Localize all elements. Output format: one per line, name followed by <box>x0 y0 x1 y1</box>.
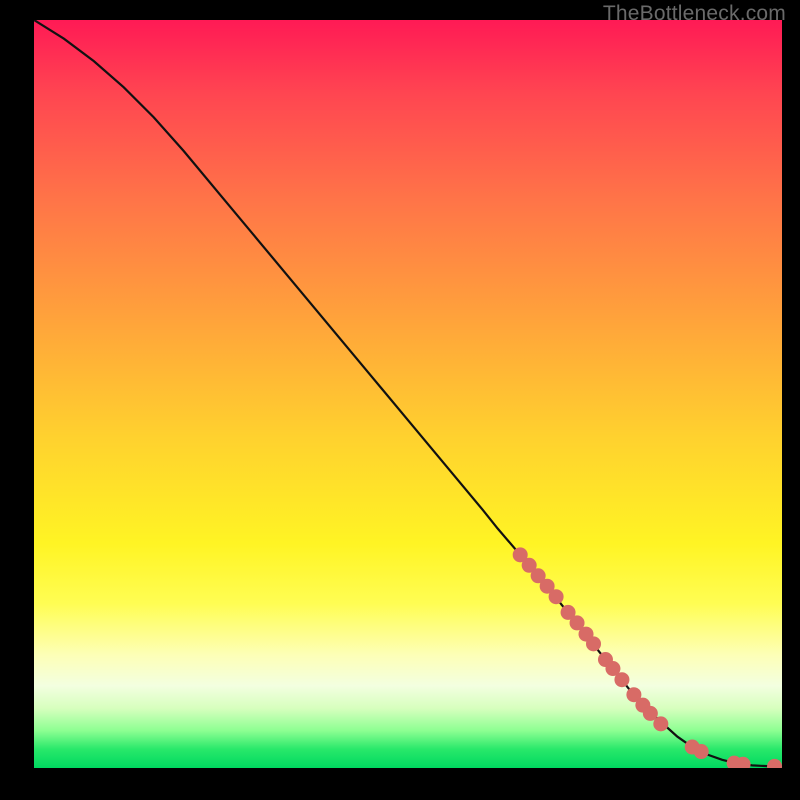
chart-area <box>34 20 782 768</box>
watermark-text: TheBottleneck.com <box>603 2 786 26</box>
chart-svg <box>34 20 782 768</box>
data-marker <box>767 759 782 768</box>
data-marker <box>653 716 668 731</box>
data-markers <box>513 547 782 768</box>
data-marker <box>694 744 709 759</box>
data-marker <box>586 636 601 651</box>
data-marker <box>614 672 629 687</box>
curve-line <box>34 20 782 767</box>
data-marker <box>549 589 564 604</box>
